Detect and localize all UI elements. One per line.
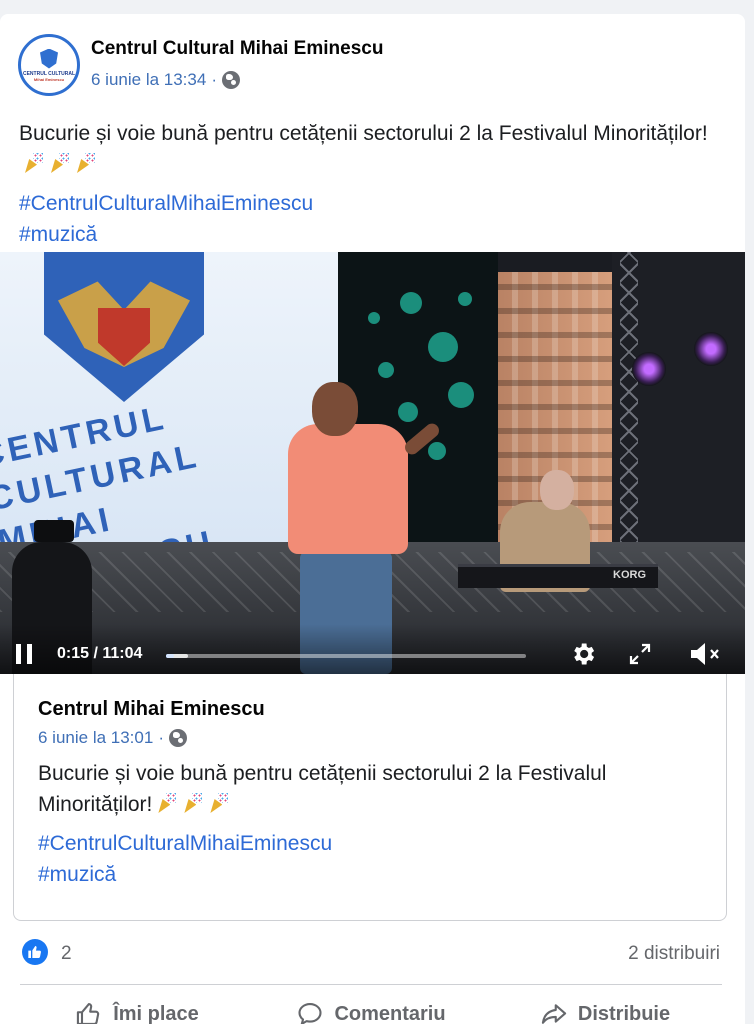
like-reaction-icon[interactable] [22,939,48,965]
crest-icon [40,48,58,69]
keyboard-player-head [540,470,574,510]
like-button[interactable]: Îmi place [20,990,254,1024]
shared-post-meta: 6 iunie la 13:01 · [38,728,187,748]
led-dot [368,312,380,324]
share-button[interactable]: Distribuie [488,990,722,1024]
stage-light [632,352,666,386]
shared-post-hashtags: #CentrulCulturalMihaiEminescu #muzică [38,828,332,890]
hashtag-link[interactable]: #muzică [19,219,313,250]
pause-icon[interactable] [16,644,32,664]
led-dot [378,362,394,378]
comment-button-label: Comentariu [334,1002,446,1024]
divider [20,984,722,985]
like-button-label: Îmi place [113,1002,199,1024]
post-timestamp[interactable]: 6 iunie la 13:34 [91,70,206,90]
like-count[interactable]: 2 [61,943,72,965]
led-dot [458,292,472,306]
thumbs-up-icon [77,1003,100,1024]
singer [288,424,408,554]
globe-icon[interactable] [222,71,240,89]
party-popper-icon [208,793,230,813]
share-button-label: Distribuie [577,1002,671,1024]
party-popper-icon [182,793,204,813]
post-hashtags: #CentrulCulturalMihaiEminescu #muzică [19,188,313,250]
post-text-body: Bucurie și voie bună pentru cetățenii se… [19,122,708,145]
globe-icon[interactable] [169,729,187,747]
stage-light [694,332,728,366]
mute-icon[interactable] [689,641,721,667]
reactions-row: 2 2 distribuiri [20,936,722,970]
video-player[interactable]: CENTRUL CULTURAL MIHAI EMINESCU KORG [0,252,745,674]
post-text: Bucurie și voie bună pentru cetățenii se… [19,118,719,180]
video-controls: 0:15 / 11:04 [0,624,745,674]
expand-icon[interactable] [628,642,652,666]
comment-icon [298,1003,322,1024]
post-meta: 6 iunie la 13:34 · [91,70,240,90]
share-icon [541,1004,567,1024]
avatar-text-2: Mihai Eminescu [33,76,65,82]
hashtag-link[interactable]: #CentrulCulturalMihaiEminescu [19,188,313,219]
hashtag-link[interactable]: #muzică [38,859,332,890]
video-time: 0:15 / 11:04 [57,645,143,662]
camera-shape [34,520,74,542]
video-scrubber[interactable] [166,654,526,658]
shared-post-text: Bucurie și voie bună pentru cetățenii se… [38,758,718,820]
keyboard-instrument: KORG [458,564,658,588]
page-avatar[interactable]: CENTRUL CULTURAL Mihai Eminescu [18,34,80,96]
meta-separator: · [211,70,217,89]
party-popper-icon [75,153,97,173]
led-dot [428,332,458,362]
keyboard-brand: KORG [613,569,646,581]
party-popper-icon [23,153,45,173]
led-dot [448,382,474,408]
singer-head [312,382,358,436]
led-dot [428,442,446,460]
page-name[interactable]: Centrul Cultural Mihai Eminescu [91,38,383,60]
shared-post-timestamp[interactable]: 6 iunie la 13:01 [38,728,153,748]
buffer-bar [166,654,188,658]
gear-icon[interactable] [569,640,597,668]
action-bar: Îmi place Comentariu Distribuie [20,990,722,1024]
shared-post[interactable]: Centrul Mihai Eminescu 6 iunie la 13:01 … [13,674,727,921]
thumbs-up-icon [28,945,41,959]
share-count[interactable]: 2 distribuiri [628,943,720,965]
led-dot [398,402,418,422]
shared-page-name[interactable]: Centrul Mihai Eminescu [38,698,265,721]
meta-separator: · [158,728,164,747]
party-popper-icon [156,793,178,813]
comment-button[interactable]: Comentariu [254,990,488,1024]
party-popper-icon [49,153,71,173]
hashtag-link[interactable]: #CentrulCulturalMihaiEminescu [38,828,332,859]
shared-post-text-body: Bucurie și voie bună pentru cetățenii se… [38,762,607,816]
led-dot [400,292,422,314]
post-card: CENTRUL CULTURAL Mihai Eminescu Centrul … [0,14,745,1024]
